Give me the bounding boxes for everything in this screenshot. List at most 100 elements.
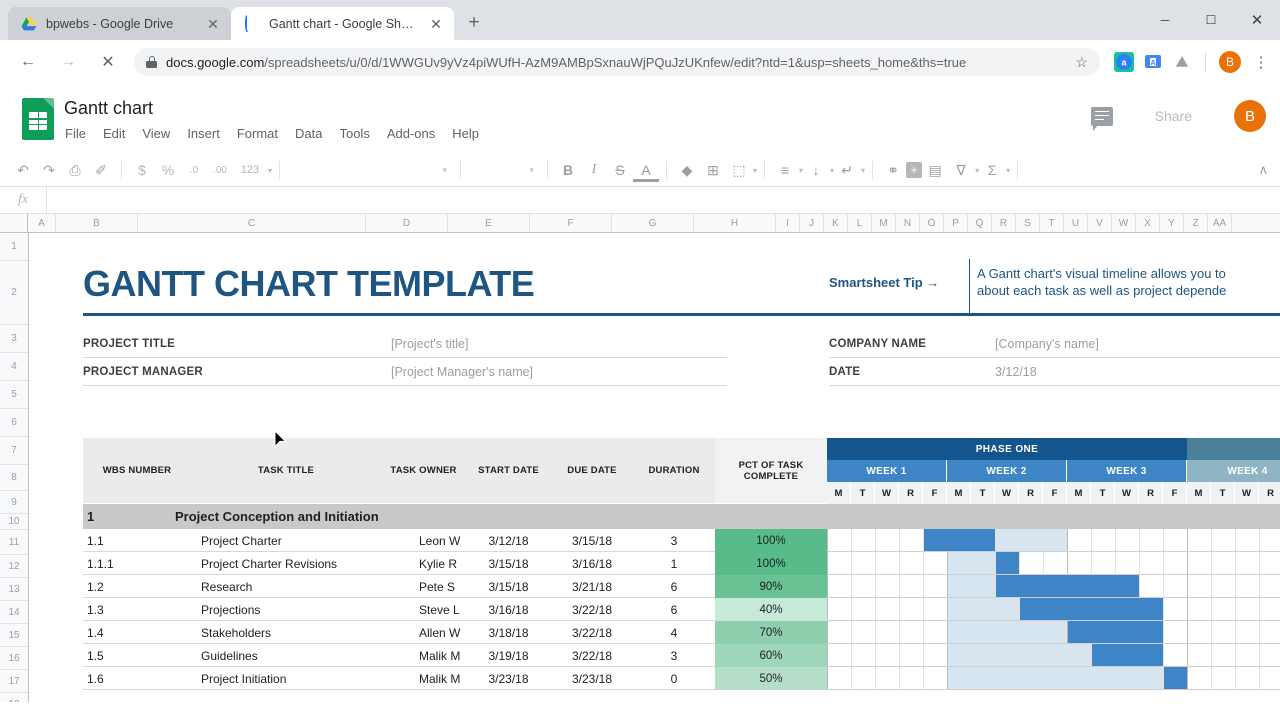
select-all-corner[interactable] bbox=[0, 214, 28, 232]
cell-wbs[interactable]: 1.1.1 bbox=[83, 552, 191, 575]
forward-icon[interactable]: → bbox=[54, 48, 82, 76]
column-header-c[interactable]: C bbox=[138, 214, 366, 232]
vertical-align-icon[interactable]: ↓ bbox=[803, 157, 829, 183]
account-avatar[interactable]: B bbox=[1234, 100, 1266, 132]
redo-icon[interactable]: ↷ bbox=[36, 157, 62, 183]
column-header-d[interactable]: D bbox=[366, 214, 448, 232]
cell-wbs[interactable]: 1.2 bbox=[83, 575, 191, 598]
italic-button[interactable]: I bbox=[581, 157, 607, 183]
print-icon[interactable]: ⎙ bbox=[62, 157, 88, 183]
cell-pct-complete[interactable]: 100% bbox=[715, 552, 827, 575]
grammarly-extension-icon[interactable]: a bbox=[1114, 52, 1134, 72]
menu-format[interactable]: Format bbox=[236, 124, 279, 143]
column-header-p[interactable]: P bbox=[944, 214, 968, 232]
cell-wbs[interactable]: 1.3 bbox=[83, 598, 191, 621]
row-header-13[interactable]: 13 bbox=[0, 578, 28, 601]
chevron-down-icon[interactable]: ▾ bbox=[1006, 166, 1010, 175]
gantt-bar[interactable] bbox=[1068, 621, 1163, 643]
cell-pct-complete[interactable]: 100% bbox=[715, 529, 827, 552]
font-family-select[interactable]: ▾ bbox=[287, 157, 453, 183]
row-header-9[interactable]: 9 bbox=[0, 491, 28, 514]
cell-owner[interactable]: Leon W bbox=[381, 529, 466, 552]
chevron-down-icon[interactable]: ▾ bbox=[268, 166, 272, 175]
project-title-value[interactable]: [Project's title] bbox=[391, 337, 468, 351]
more-formats-button[interactable]: 123 bbox=[233, 157, 267, 183]
cell-owner[interactable]: Malik M bbox=[381, 644, 466, 667]
column-header-y[interactable]: Y bbox=[1160, 214, 1184, 232]
row-header-4[interactable]: 4 bbox=[0, 353, 28, 381]
cell-title[interactable]: Research bbox=[191, 575, 381, 598]
minimize-icon[interactable]: ─ bbox=[1142, 0, 1188, 40]
close-icon[interactable]: ✕ bbox=[428, 16, 444, 32]
row-header-10[interactable]: 10 bbox=[0, 514, 28, 530]
column-header-w[interactable]: W bbox=[1112, 214, 1136, 232]
cell-wbs[interactable]: 1.4 bbox=[83, 621, 191, 644]
row-header-16[interactable]: 16 bbox=[0, 647, 28, 670]
comment-history-icon[interactable] bbox=[1090, 106, 1113, 131]
column-header-u[interactable]: U bbox=[1064, 214, 1088, 232]
cell-title[interactable]: Stakeholders bbox=[191, 621, 381, 644]
column-header-m[interactable]: M bbox=[872, 214, 896, 232]
cell-owner[interactable]: Malik M bbox=[381, 667, 466, 690]
cell-due[interactable]: 3/21/18 bbox=[551, 575, 633, 598]
row-header-1[interactable]: 1 bbox=[0, 233, 28, 261]
menu-help[interactable]: Help bbox=[451, 124, 480, 143]
cell-title[interactable]: Project Charter Revisions bbox=[191, 552, 381, 575]
cell-due[interactable]: 3/22/18 bbox=[551, 598, 633, 621]
row-header-14[interactable]: 14 bbox=[0, 601, 28, 624]
borders-icon[interactable]: ⊞ bbox=[700, 157, 726, 183]
cell-start[interactable]: 3/12/18 bbox=[466, 529, 551, 552]
cell-wbs[interactable]: 1.5 bbox=[83, 644, 191, 667]
cell-duration[interactable]: 3 bbox=[633, 644, 715, 667]
cell-due[interactable]: 3/15/18 bbox=[551, 529, 633, 552]
company-name-value[interactable]: [Company's name] bbox=[995, 337, 1099, 351]
cell-duration[interactable]: 6 bbox=[633, 598, 715, 621]
cell-start[interactable]: 3/16/18 bbox=[466, 598, 551, 621]
cell-owner[interactable]: Pete S bbox=[381, 575, 466, 598]
browser-tab-drive[interactable]: bpwebs - Google Drive ✕ bbox=[8, 7, 231, 40]
address-bar[interactable]: docs.google.com/spreadsheets/u/0/d/1WWGU… bbox=[134, 48, 1100, 76]
row-header-2[interactable]: 2 bbox=[0, 261, 28, 325]
gantt-bar[interactable] bbox=[996, 552, 1019, 574]
row-header-8[interactable]: 8 bbox=[0, 465, 28, 491]
row-header-17[interactable]: 17 bbox=[0, 670, 28, 693]
row-header-5[interactable]: 5 bbox=[0, 381, 28, 409]
cell-owner[interactable]: Kylie R bbox=[381, 552, 466, 575]
paint-format-icon[interactable]: ✐ bbox=[88, 157, 114, 183]
menu-view[interactable]: View bbox=[141, 124, 171, 143]
cell-start[interactable]: 3/15/18 bbox=[466, 552, 551, 575]
cell-due[interactable]: 3/16/18 bbox=[551, 552, 633, 575]
gantt-bar[interactable] bbox=[1164, 667, 1187, 689]
cell-start[interactable]: 3/15/18 bbox=[466, 575, 551, 598]
cell-start[interactable]: 3/18/18 bbox=[466, 621, 551, 644]
increase-decimal-button[interactable]: .00 bbox=[207, 157, 233, 183]
browser-menu-icon[interactable]: ⋮ bbox=[1250, 55, 1272, 70]
cell-duration[interactable]: 3 bbox=[633, 529, 715, 552]
column-header-o[interactable]: O bbox=[920, 214, 944, 232]
undo-icon[interactable]: ↶ bbox=[10, 157, 36, 183]
date-value[interactable]: 3/12/18 bbox=[995, 365, 1037, 379]
row-header-15[interactable]: 15 bbox=[0, 624, 28, 647]
gantt-bar[interactable] bbox=[1092, 644, 1163, 666]
menu-tools[interactable]: Tools bbox=[338, 124, 370, 143]
cell-start[interactable]: 3/19/18 bbox=[466, 644, 551, 667]
column-header-q[interactable]: Q bbox=[968, 214, 992, 232]
row-header-6[interactable]: 6 bbox=[0, 409, 28, 437]
row-header-7[interactable]: 7 bbox=[0, 437, 28, 465]
cell-start[interactable]: 3/23/18 bbox=[466, 667, 551, 690]
cell-duration[interactable]: 1 bbox=[633, 552, 715, 575]
cell-duration[interactable]: 6 bbox=[633, 575, 715, 598]
filter-icon[interactable]: ∇ bbox=[948, 157, 974, 183]
chevron-down-icon[interactable]: ▾ bbox=[753, 166, 757, 175]
cell-owner[interactable]: Steve L bbox=[381, 598, 466, 621]
gantt-bar[interactable] bbox=[924, 529, 995, 551]
cell-pct-complete[interactable]: 60% bbox=[715, 644, 827, 667]
cell-pct-complete[interactable]: 90% bbox=[715, 575, 827, 598]
column-header-l[interactable]: L bbox=[848, 214, 872, 232]
cell-wbs[interactable]: 1.1 bbox=[83, 529, 191, 552]
font-size-select[interactable]: ▾ bbox=[468, 157, 540, 183]
column-header-h[interactable]: H bbox=[694, 214, 776, 232]
cell-title[interactable]: Project Charter bbox=[191, 529, 381, 552]
insert-comment-icon[interactable]: + bbox=[906, 162, 923, 178]
cell-wbs[interactable]: 1.6 bbox=[83, 667, 191, 690]
